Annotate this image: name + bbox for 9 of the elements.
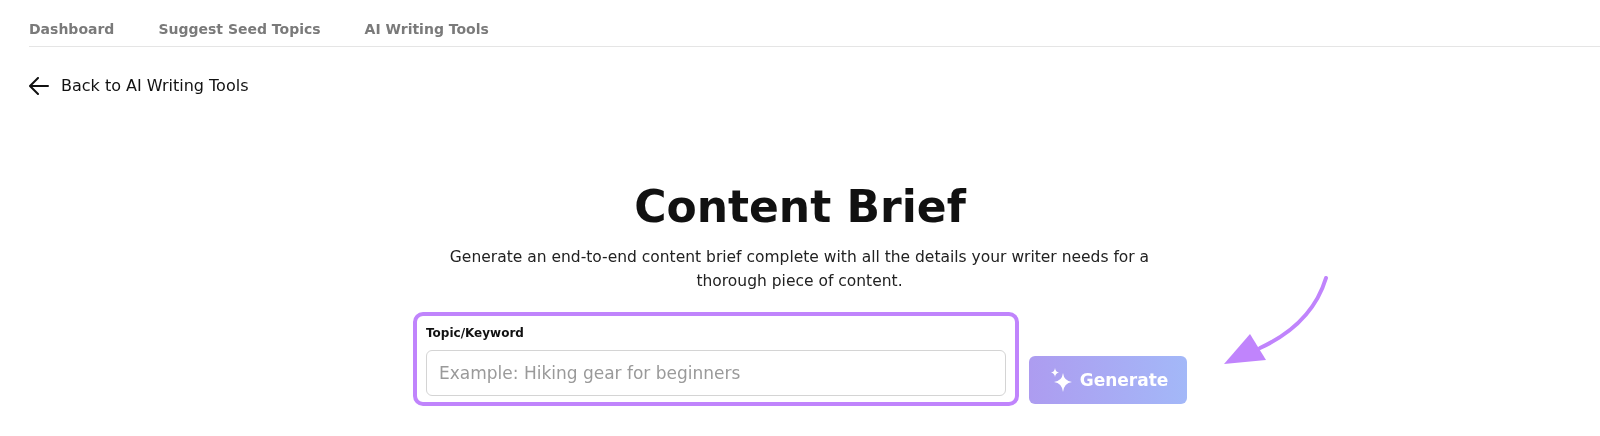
back-arrow-icon xyxy=(29,76,49,95)
topic-input[interactable]: Example: Hiking gear for beginners xyxy=(426,350,1006,397)
back-link[interactable]: Back to AI Writing Tools xyxy=(29,76,249,95)
page-description: Generate an end-to-end content brief complete with all the details your writer needs for a thorough piece of content. xyxy=(449,247,1150,293)
nav-link[interactable]: Dashboard xyxy=(29,21,115,37)
field-label: Topic/Keyword xyxy=(426,326,525,341)
nav-link[interactable]: AI Writing Tools xyxy=(364,21,489,37)
page-title: Content Brief xyxy=(633,180,968,234)
nav-link[interactable]: Suggest Seed Topics xyxy=(158,21,321,37)
